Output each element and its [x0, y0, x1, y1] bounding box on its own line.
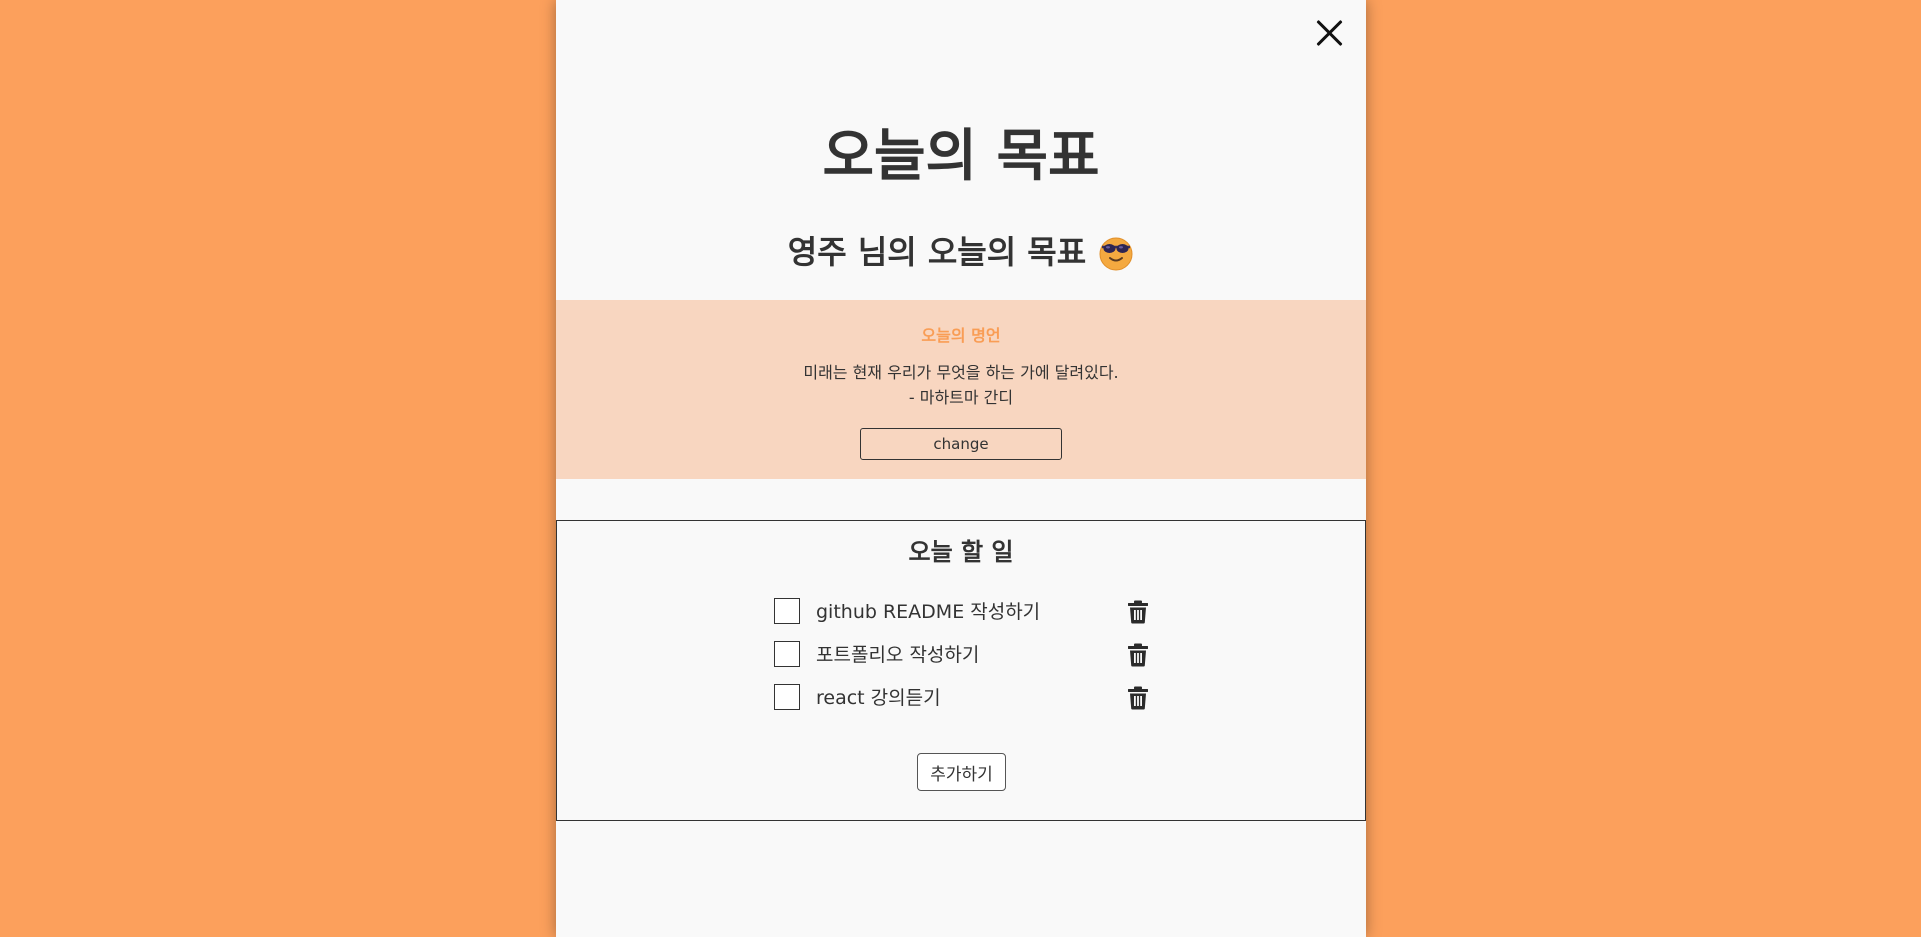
quote-author: - 마하트마 간디 — [908, 388, 1014, 407]
todo-item: github README 작성하기 — [774, 598, 1154, 641]
todo-checkbox[interactable] — [774, 641, 800, 667]
subtitle-text: 영주 님의 오늘의 목표 — [787, 233, 1087, 271]
quote-label: 오늘의 명언 — [921, 326, 1001, 345]
todo-checkbox[interactable] — [774, 684, 800, 710]
goal-panel: 오늘의 목표 영주 님의 오늘의 목표 오늘의 명언 미래는 현재 우리가 무엇… — [556, 0, 1366, 937]
quote-section: 오늘의 명언 미래는 현재 우리가 무엇을 하는 가에 달려있다. - 마하트마… — [556, 300, 1366, 479]
smiling-face-with-sunglasses-icon — [1098, 234, 1134, 271]
trash-icon[interactable] — [1127, 600, 1149, 624]
todo-text: 포트폴리오 작성하기 — [816, 644, 980, 666]
todo-item: 포트폴리오 작성하기 — [774, 641, 1154, 684]
trash-icon[interactable] — [1127, 643, 1149, 667]
close-icon[interactable] — [1314, 18, 1344, 48]
todo-title: 오늘 할 일 — [908, 538, 1014, 566]
quote-text: 미래는 현재 우리가 무엇을 하는 가에 달려있다. — [803, 363, 1119, 382]
todo-section: 오늘 할 일 github README 작성하기 포트폴리오 작성하기 rea… — [556, 520, 1366, 821]
todo-text: github README 작성하기 — [816, 601, 1041, 623]
user-goal-subtitle: 영주 님의 오늘의 목표 — [556, 226, 1366, 278]
quote-content: 미래는 현재 우리가 무엇을 하는 가에 달려있다. - 마하트마 간디 — [556, 360, 1366, 410]
add-todo-button[interactable]: 추가하기 — [917, 753, 1006, 791]
todo-list: github README 작성하기 포트폴리오 작성하기 react 강의듣기 — [774, 598, 1154, 727]
todo-text: react 강의듣기 — [816, 687, 941, 709]
change-quote-button[interactable]: change — [860, 428, 1062, 460]
todo-checkbox[interactable] — [774, 598, 800, 624]
page-title: 오늘의 목표 — [822, 124, 1100, 189]
todo-item: react 강의듣기 — [774, 684, 1154, 727]
trash-icon[interactable] — [1127, 686, 1149, 710]
